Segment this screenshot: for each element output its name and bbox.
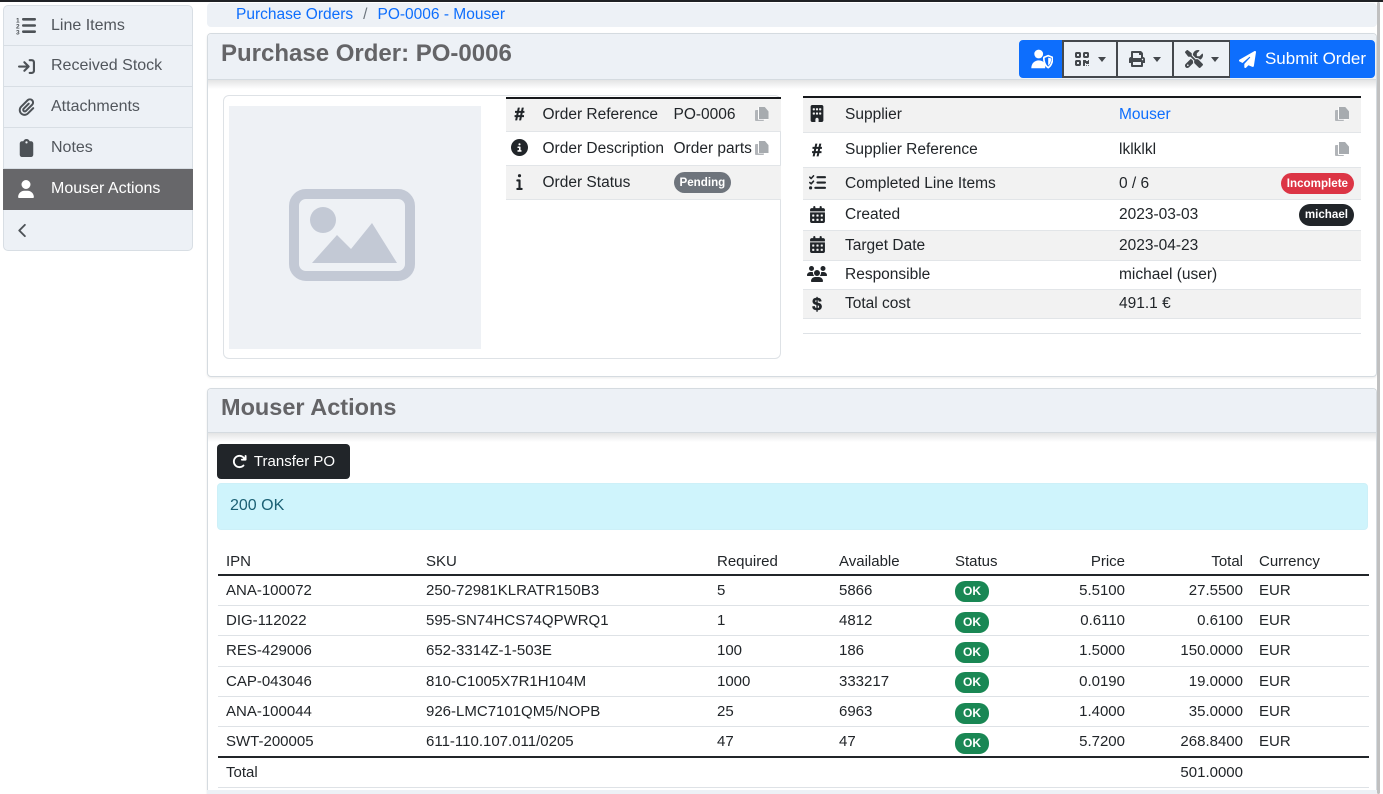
svg-text:3: 3 (16, 29, 20, 35)
